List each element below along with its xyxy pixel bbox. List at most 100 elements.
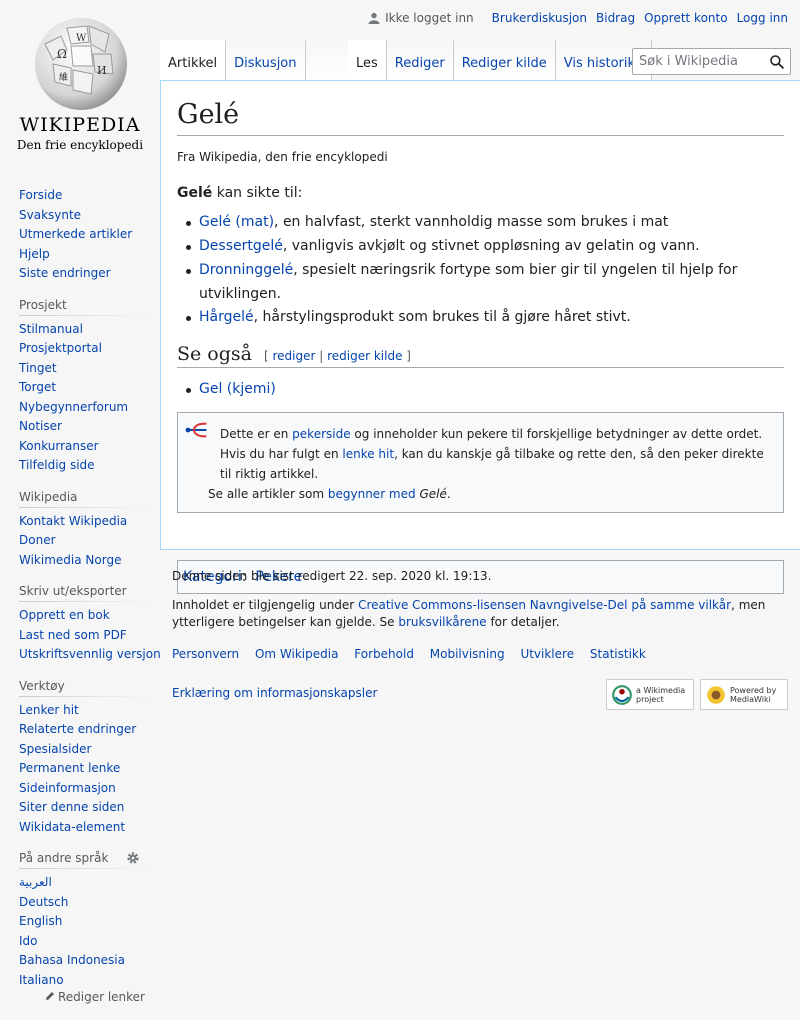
item-link[interactable]: Gelé (mat)	[199, 214, 274, 230]
sidebar-item[interactable]: Nybegynnerforum	[19, 400, 128, 414]
list-item: Dronninggelé, spesielt næringsrik fortyp…	[177, 259, 784, 306]
tab-read[interactable]: Les	[348, 40, 387, 80]
item-text: , en halvfast, sterkt vannholdig masse s…	[274, 214, 669, 231]
footer-link-statistics[interactable]: Statistikk	[590, 647, 646, 661]
language-link[interactable]: Italiano	[19, 973, 64, 987]
sidebar-item[interactable]: Doner	[19, 533, 56, 547]
sidebar: Forside Svaksynte Utmerkede artikler Hje…	[0, 180, 161, 1004]
tab-edit-source[interactable]: Rediger kilde	[453, 40, 556, 80]
tab-edit-source-label[interactable]: Rediger kilde	[462, 56, 547, 71]
search-icon[interactable]	[769, 54, 785, 70]
sidebar-item[interactable]: Siter denne siden	[19, 800, 124, 814]
language-link[interactable]: English	[19, 914, 62, 928]
edit-interlanguage-links[interactable]: Rediger lenker	[19, 990, 150, 1004]
sidebar-item-featured[interactable]: Utmerkede artikler	[19, 227, 132, 241]
language-link[interactable]: Deutsch	[19, 895, 68, 909]
sidebar-item[interactable]: Wikidata-element	[19, 820, 125, 834]
sidebar-print: Skriv ut/eksporter Opprett en bok Last n…	[0, 584, 161, 665]
last-modified: Denne siden ble sist redigert 22. sep. 2…	[172, 569, 492, 583]
license-text: Innholdet er tilgjengelig under Creative…	[172, 597, 792, 631]
language-link[interactable]: Bahasa Indonesia	[19, 953, 125, 967]
sidebar-item[interactable]: Relaterte endringer	[19, 722, 136, 736]
language-link[interactable]: Ido	[19, 934, 38, 948]
sidebar-item[interactable]: Stilmanual	[19, 322, 83, 336]
list-item: Gelé (mat), en halvfast, sterkt vannhold…	[177, 211, 784, 235]
contributions-link[interactable]: Bidrag	[596, 11, 635, 25]
sidebar-item[interactable]: Tilfeldig side	[19, 458, 95, 472]
list-item: Hårgelé, hårstylingsprodukt som brukes t…	[177, 306, 784, 330]
edit-section: [ rediger | rediger kilde ]	[264, 349, 411, 363]
sidebar-item-help[interactable]: Hjelp	[19, 247, 50, 261]
sidebar-item[interactable]: Utskriftsvennlig versjon	[19, 647, 161, 661]
item-text: , hårstylingsprodukt som brukes til å gj…	[253, 309, 631, 326]
user-talk-link[interactable]: Brukerdiskusjon	[492, 11, 587, 25]
sidebar-item[interactable]: Permanent lenke	[19, 761, 120, 775]
sidebar-item[interactable]: Torget	[19, 380, 56, 394]
sidebar-item[interactable]: Wikimedia Norge	[19, 553, 121, 567]
list-item: Gel (kjemi)	[177, 378, 784, 402]
gear-icon[interactable]	[126, 851, 140, 865]
sidebar-item-recent-changes[interactable]: Siste endringer	[19, 266, 111, 280]
edit-section-link[interactable]: rediger	[272, 349, 315, 363]
dab-term: Gelé	[419, 486, 447, 501]
site-subtitle: Fra Wikipedia, den frie encyklopedi	[177, 150, 388, 165]
footer-link-disclaimer[interactable]: Forbehold	[354, 647, 414, 661]
dab-whatlinkshere-link[interactable]: lenke hit	[342, 447, 394, 461]
tab-edit-label[interactable]: Rediger	[395, 56, 445, 71]
tab-article[interactable]: Artikkel	[160, 40, 227, 80]
dab-prefix-link[interactable]: begynner med	[328, 487, 416, 501]
sidebar-item[interactable]: Prosjektportal	[19, 341, 102, 355]
tab-discussion-label[interactable]: Diskusjon	[234, 56, 296, 71]
license-text-part: for detaljer.	[486, 615, 560, 629]
sidebar-item[interactable]: Notiser	[19, 419, 62, 433]
footer-link-privacy[interactable]: Personvern	[172, 647, 239, 661]
sidebar-item[interactable]: Spesialsider	[19, 742, 91, 756]
footer-link-mobile[interactable]: Mobilvisning	[430, 647, 505, 661]
sidebar-item[interactable]: Konkurranser	[19, 439, 99, 453]
tab-discussion[interactable]: Diskusjon	[226, 40, 306, 80]
mediawiki-badge[interactable]: Powered by MediaWiki	[700, 679, 788, 710]
svg-text:И: И	[97, 64, 107, 77]
item-link[interactable]: Dronninggelé	[199, 262, 293, 278]
disambiguation-notice: Dette er en pekerside og inneholder kun …	[177, 411, 784, 513]
intro-paragraph: Gelé kan sikte til:	[177, 185, 784, 201]
tab-edit[interactable]: Rediger	[386, 40, 454, 80]
sidebar-item-forside[interactable]: Forside	[19, 188, 62, 202]
edit-source-section-link[interactable]: rediger kilde	[327, 349, 402, 363]
svg-text:Ω: Ω	[57, 47, 67, 61]
sidebar-item[interactable]: Tinget	[19, 361, 57, 375]
item-link[interactable]: Hårgelé	[199, 309, 254, 325]
intro-text: kan sikte til:	[212, 185, 303, 202]
sidebar-item[interactable]: Sideinformasjon	[19, 781, 116, 795]
see-also-link[interactable]: Gel (kjemi)	[199, 381, 276, 397]
terms-link[interactable]: bruksvilkårene	[398, 615, 486, 629]
wikimedia-project-badge[interactable]: a Wikimedia project	[606, 679, 694, 710]
language-link[interactable]: العربية	[19, 875, 52, 889]
cookie-statement-link[interactable]: Erklæring om informasjonskapsler	[172, 686, 377, 700]
svg-text:W: W	[76, 33, 87, 44]
dab-text: Dette er en	[220, 426, 293, 441]
sidebar-item[interactable]: Lenker hit	[19, 703, 79, 717]
article-content: Gelé Fra Wikipedia, den frie encyklopedi…	[160, 80, 800, 594]
dab-pekerside-link[interactable]: pekerside	[292, 427, 350, 441]
namespace-tabs: Artikkel Diskusjon	[160, 40, 362, 80]
sidebar-item[interactable]: Kontakt Wikipedia	[19, 514, 127, 528]
item-link[interactable]: Dessertgelé	[199, 238, 283, 254]
footer-badges: a Wikimedia project Powered by MediaWiki	[606, 679, 788, 710]
wikipedia-globe-icon: Ω W И 維	[35, 18, 127, 110]
sidebar-item[interactable]: Last ned som PDF	[19, 628, 127, 642]
footer-link-about[interactable]: Om Wikipedia	[255, 647, 338, 661]
personal-tools: Ikke logget inn Brukerdiskusjon Bidrag O…	[368, 11, 788, 25]
search-input[interactable]	[633, 49, 763, 74]
create-account-link[interactable]: Opprett konto	[644, 11, 727, 25]
login-link[interactable]: Logg inn	[737, 11, 788, 25]
footer-link-developers[interactable]: Utviklere	[520, 647, 574, 661]
license-link[interactable]: Creative Commons-lisensen Navngivelse-De…	[358, 598, 731, 612]
wikipedia-logo[interactable]: Ω W И 維 Wikipedia Den frie encyklopedi	[0, 0, 160, 160]
not-logged-in-text: Ikke logget inn	[385, 11, 474, 25]
sidebar-item[interactable]: Opprett en bok	[19, 608, 110, 622]
sidebar-item-svaksynte[interactable]: Svaksynte	[19, 208, 81, 222]
tab-history-label[interactable]: Vis historikk	[564, 56, 643, 71]
see-also-heading: Se også [ rediger | rediger kilde ]	[177, 343, 784, 368]
see-also-title: Se også	[177, 342, 252, 365]
